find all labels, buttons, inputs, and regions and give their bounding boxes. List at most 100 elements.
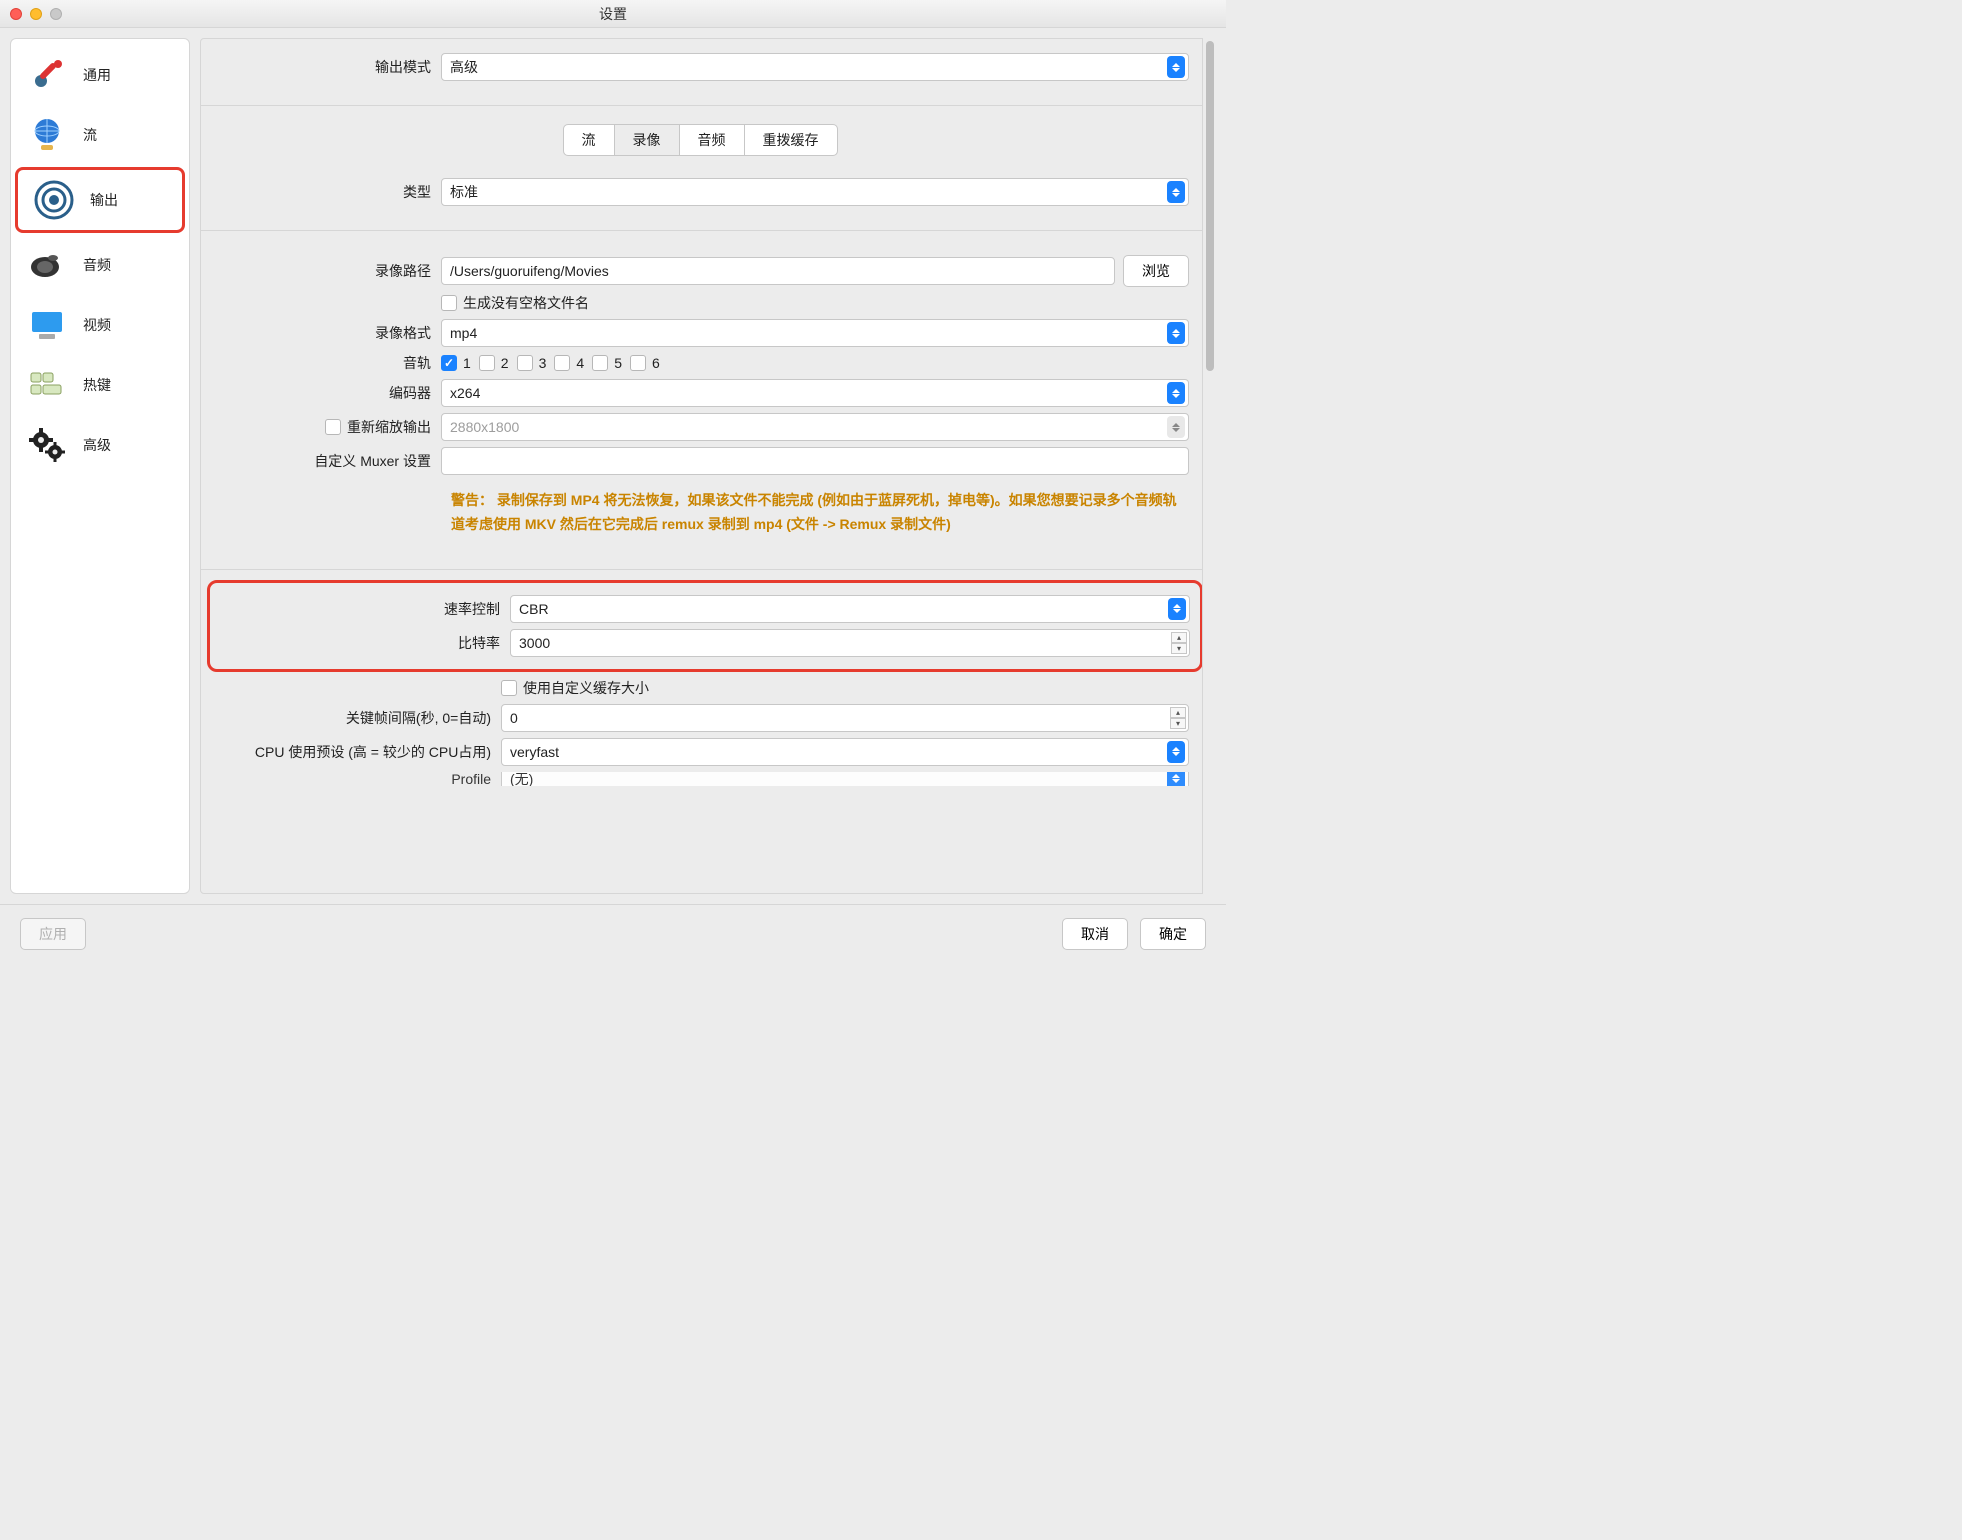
track-3-checkbox[interactable]: 3 — [517, 355, 547, 371]
gears-icon — [23, 421, 71, 469]
stepper-up-icon[interactable]: ▴ — [1171, 632, 1187, 643]
vertical-scrollbar[interactable] — [1202, 38, 1216, 894]
sidebar-item-label: 热键 — [83, 375, 111, 395]
rate-control-select[interactable]: CBR — [510, 595, 1190, 623]
broadcast-icon — [30, 176, 78, 224]
sidebar-item-advanced[interactable]: 高级 — [11, 415, 189, 475]
stepper-down-icon[interactable]: ▾ — [1171, 643, 1187, 654]
highlighted-section: 速率控制 CBR 比特率 3000 ▴▾ — [207, 580, 1203, 672]
keyframe-stepper[interactable]: 0 ▴▾ — [501, 704, 1189, 732]
profile-label: Profile — [211, 772, 501, 786]
sidebar-item-label: 音频 — [83, 255, 111, 275]
sidebar-item-video[interactable]: 视频 — [11, 295, 189, 355]
track-5-checkbox[interactable]: 5 — [592, 355, 622, 371]
browse-button[interactable]: 浏览 — [1123, 255, 1189, 287]
sidebar-item-audio[interactable]: 音频 — [11, 235, 189, 295]
chevron-updown-icon — [1167, 741, 1185, 763]
speaker-icon — [23, 241, 71, 289]
chevron-updown-icon — [1167, 772, 1185, 786]
output-tabs: 流 录像 音频 重拨缓存 — [563, 124, 838, 156]
checkbox-icon — [517, 355, 533, 371]
tab-audio[interactable]: 音频 — [679, 125, 744, 155]
checkbox-icon — [479, 355, 495, 371]
chevron-updown-icon — [1167, 56, 1185, 78]
profile-select[interactable]: (无) — [501, 772, 1189, 786]
rec-path-input[interactable]: /Users/guoruifeng/Movies — [441, 257, 1115, 285]
custom-buffer-checkbox[interactable]: 使用自定义缓存大小 — [501, 678, 649, 698]
rec-format-select[interactable]: mp4 — [441, 319, 1189, 347]
track-1-checkbox[interactable]: 1 — [441, 355, 471, 371]
no-space-filename-checkbox[interactable]: 生成没有空格文件名 — [441, 293, 589, 313]
output-mode-label: 输出模式 — [211, 57, 441, 77]
keyboard-icon — [23, 361, 71, 409]
encoder-label: 编码器 — [211, 383, 441, 403]
no-space-label: 生成没有空格文件名 — [463, 293, 589, 313]
cpu-preset-value: veryfast — [510, 744, 559, 760]
output-mode-value: 高级 — [450, 57, 478, 77]
checkbox-icon — [501, 680, 517, 696]
track-2-checkbox[interactable]: 2 — [479, 355, 509, 371]
track-6-checkbox[interactable]: 6 — [630, 355, 660, 371]
checkbox-icon — [554, 355, 570, 371]
encoder-value: x264 — [450, 385, 480, 401]
cancel-button[interactable]: 取消 — [1062, 918, 1128, 950]
tab-record[interactable]: 录像 — [614, 125, 679, 155]
mp4-warning-text: 警告： 录制保存到 MP4 将无法恢复，如果该文件不能完成 (例如由于蓝屏死机，… — [451, 489, 1179, 537]
bitrate-label: 比特率 — [220, 633, 510, 653]
sidebar-item-label: 输出 — [90, 190, 118, 210]
chevron-down-icon — [1167, 416, 1185, 438]
titlebar: 设置 — [0, 0, 1226, 28]
divider — [201, 569, 1209, 570]
chevron-updown-icon — [1167, 322, 1185, 344]
rate-control-label: 速率控制 — [220, 599, 510, 619]
sidebar-item-label: 通用 — [83, 65, 111, 85]
monitor-icon — [23, 301, 71, 349]
stepper-down-icon[interactable]: ▾ — [1170, 718, 1186, 729]
rescale-value: 2880x1800 — [450, 419, 519, 435]
dialog-footer: 应用 取消 确定 — [0, 904, 1226, 962]
encoder-select[interactable]: x264 — [441, 379, 1189, 407]
type-label: 类型 — [211, 182, 441, 202]
window-title: 设置 — [0, 4, 1226, 24]
rate-control-value: CBR — [519, 601, 549, 617]
apply-button[interactable]: 应用 — [20, 918, 86, 950]
cpu-preset-label: CPU 使用预设 (高 = 较少的 CPU占用) — [211, 742, 501, 762]
track-4-checkbox[interactable]: 4 — [554, 355, 584, 371]
tab-replay-buffer[interactable]: 重拨缓存 — [744, 125, 837, 155]
sidebar-item-hotkeys[interactable]: 热键 — [11, 355, 189, 415]
wrench-icon — [23, 51, 71, 99]
chevron-updown-icon — [1168, 598, 1186, 620]
sidebar-item-label: 高级 — [83, 435, 111, 455]
settings-sidebar: 通用 流 输出 音频 视频 — [10, 38, 190, 894]
ok-button[interactable]: 确定 — [1140, 918, 1206, 950]
output-mode-select[interactable]: 高级 — [441, 53, 1189, 81]
chevron-updown-icon — [1167, 181, 1185, 203]
rescale-select[interactable]: 2880x1800 — [441, 413, 1189, 441]
muxer-input[interactable] — [441, 447, 1189, 475]
divider — [201, 105, 1209, 106]
rescale-checkbox[interactable] — [325, 419, 341, 435]
sidebar-item-label: 视频 — [83, 315, 111, 335]
muxer-label: 自定义 Muxer 设置 — [211, 451, 441, 471]
globe-icon — [23, 111, 71, 159]
rec-format-label: 录像格式 — [211, 323, 441, 343]
type-value: 标准 — [450, 182, 478, 202]
content-scroll[interactable]: 输出模式 高级 流 录像 音频 重拨缓存 — [200, 38, 1216, 894]
sidebar-item-general[interactable]: 通用 — [11, 45, 189, 105]
sidebar-item-stream[interactable]: 流 — [11, 105, 189, 165]
checkbox-icon — [592, 355, 608, 371]
bitrate-value: 3000 — [519, 635, 550, 651]
sidebar-item-output[interactable]: 输出 — [15, 167, 185, 233]
type-select[interactable]: 标准 — [441, 178, 1189, 206]
profile-value: (无) — [510, 772, 533, 786]
cpu-preset-select[interactable]: veryfast — [501, 738, 1189, 766]
checkbox-icon — [441, 295, 457, 311]
bitrate-stepper[interactable]: 3000 ▴▾ — [510, 629, 1190, 657]
checkbox-icon — [630, 355, 646, 371]
scrollbar-thumb[interactable] — [1206, 41, 1214, 371]
checkbox-icon — [441, 355, 457, 371]
keyframe-label: 关键帧间隔(秒, 0=自动) — [211, 708, 501, 728]
stepper-up-icon[interactable]: ▴ — [1170, 707, 1186, 718]
keyframe-value: 0 — [510, 710, 518, 726]
tab-stream[interactable]: 流 — [564, 125, 614, 155]
